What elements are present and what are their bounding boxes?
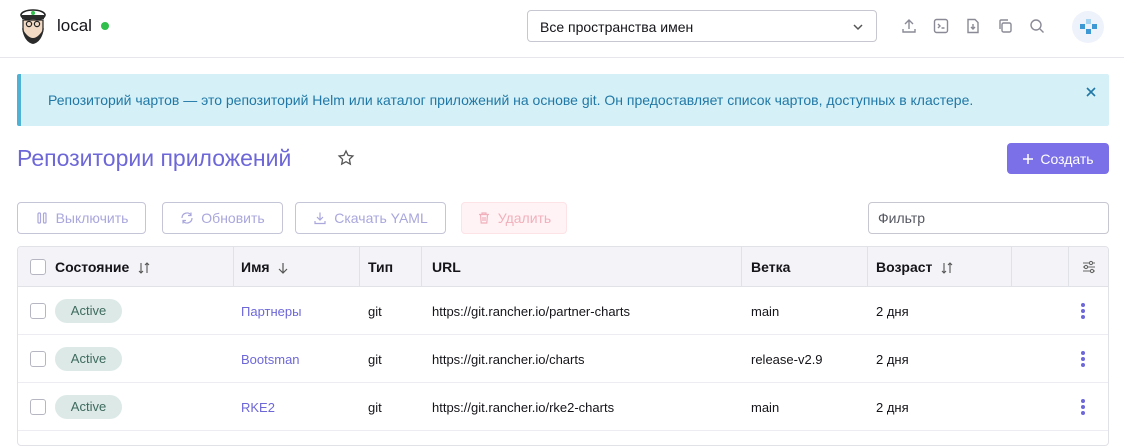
banner-message: Репозиторий чартов — это репозиторий Hel… <box>48 92 974 108</box>
disable-button-label: Выключить <box>55 210 129 226</box>
repo-name-link[interactable]: Bootsman <box>241 352 300 367</box>
cluster-name[interactable]: local <box>57 16 92 36</box>
repo-age: 2 дня <box>876 400 909 415</box>
status-badge: Active <box>55 299 122 323</box>
column-settings-icon[interactable] <box>1081 259 1097 275</box>
table-row[interactable]: Active RKE2 git https://git.rancher.io/r… <box>18 383 1108 431</box>
row-checkbox[interactable] <box>30 399 46 415</box>
disable-button[interactable]: Выключить <box>17 202 146 234</box>
download-icon <box>314 212 326 225</box>
upload-icon[interactable] <box>900 17 918 35</box>
pause-icon <box>36 212 47 224</box>
sort-down-icon <box>279 263 288 275</box>
table-row[interactable]: Active Bootsman git https://git.rancher.… <box>18 335 1108 383</box>
namespace-select-value: Все пространства имен <box>540 19 694 35</box>
row-checkbox[interactable] <box>30 351 46 367</box>
repo-age: 2 дня <box>876 352 909 367</box>
download-yaml-label: Скачать YAML <box>334 210 428 226</box>
repo-type: git <box>368 400 382 415</box>
plus-icon <box>1023 153 1034 164</box>
delete-button[interactable]: Удалить <box>461 202 567 234</box>
row-actions-kebab-icon[interactable] <box>1077 398 1089 416</box>
repo-url: https://git.rancher.io/charts <box>432 352 585 367</box>
repositories-table: Состояние Имя Тип URL Ветка Возраст Acti… <box>17 246 1109 446</box>
page-title: Репозитории приложений <box>17 145 292 171</box>
repo-age: 2 дня <box>876 304 909 319</box>
repo-branch: release-v2.9 <box>751 352 823 367</box>
row-actions-kebab-icon[interactable] <box>1077 350 1089 368</box>
column-name[interactable]: Имя <box>241 247 289 287</box>
filter-input[interactable] <box>868 202 1109 234</box>
table-row[interactable]: Active Партнеры git https://git.rancher.… <box>18 287 1108 335</box>
column-url[interactable]: URL <box>432 247 461 287</box>
cluster-status-dot <box>101 22 109 30</box>
select-all-checkbox[interactable] <box>30 259 46 275</box>
row-actions-kebab-icon[interactable] <box>1077 302 1089 320</box>
create-button[interactable]: Создать <box>1007 143 1109 174</box>
trash-icon <box>478 212 489 224</box>
repo-url: https://git.rancher.io/partner-charts <box>432 304 630 319</box>
repo-type: git <box>368 352 382 367</box>
repo-branch: main <box>751 304 780 319</box>
repo-branch: main <box>751 400 780 415</box>
sort-both-icon <box>941 262 953 275</box>
column-type[interactable]: Тип <box>368 247 393 287</box>
download-file-icon[interactable] <box>964 17 982 35</box>
download-yaml-button[interactable]: Скачать YAML <box>295 202 446 234</box>
chevron-down-icon <box>853 24 863 31</box>
sort-both-icon <box>138 262 150 275</box>
delete-button-label: Удалить <box>497 210 552 226</box>
info-banner: Репозиторий чартов — это репозиторий Hel… <box>17 74 1109 126</box>
column-age-label: Возраст <box>876 259 933 275</box>
column-age[interactable]: Возраст <box>876 247 954 287</box>
status-badge: Active <box>55 347 122 371</box>
column-state-label: Состояние <box>55 259 130 275</box>
create-button-label: Создать <box>1040 150 1094 167</box>
top-header: local Все пространства имен <box>0 0 1124 58</box>
namespace-select[interactable]: Все пространства имен <box>527 10 877 42</box>
repo-name-link[interactable]: RKE2 <box>241 400 275 415</box>
cluster-logo-icon <box>20 9 46 44</box>
status-badge: Active <box>55 395 122 419</box>
column-branch[interactable]: Ветка <box>751 247 790 287</box>
row-checkbox[interactable] <box>30 303 46 319</box>
search-icon[interactable] <box>1028 17 1046 35</box>
refresh-button[interactable]: Обновить <box>162 202 283 234</box>
user-avatar[interactable] <box>1072 11 1104 43</box>
close-icon[interactable] <box>1083 84 1099 100</box>
table-header: Состояние Имя Тип URL Ветка Возраст <box>18 247 1108 287</box>
column-state[interactable]: Состояние <box>55 247 151 287</box>
column-name-label: Имя <box>241 259 270 275</box>
copy-icon[interactable] <box>996 17 1014 35</box>
star-icon[interactable] <box>337 149 355 167</box>
terminal-icon[interactable] <box>932 17 950 35</box>
refresh-button-label: Обновить <box>201 210 265 226</box>
repo-type: git <box>368 304 382 319</box>
repo-url: https://git.rancher.io/rke2-charts <box>432 400 615 415</box>
refresh-icon <box>181 212 193 224</box>
repo-name-link[interactable]: Партнеры <box>241 304 301 319</box>
